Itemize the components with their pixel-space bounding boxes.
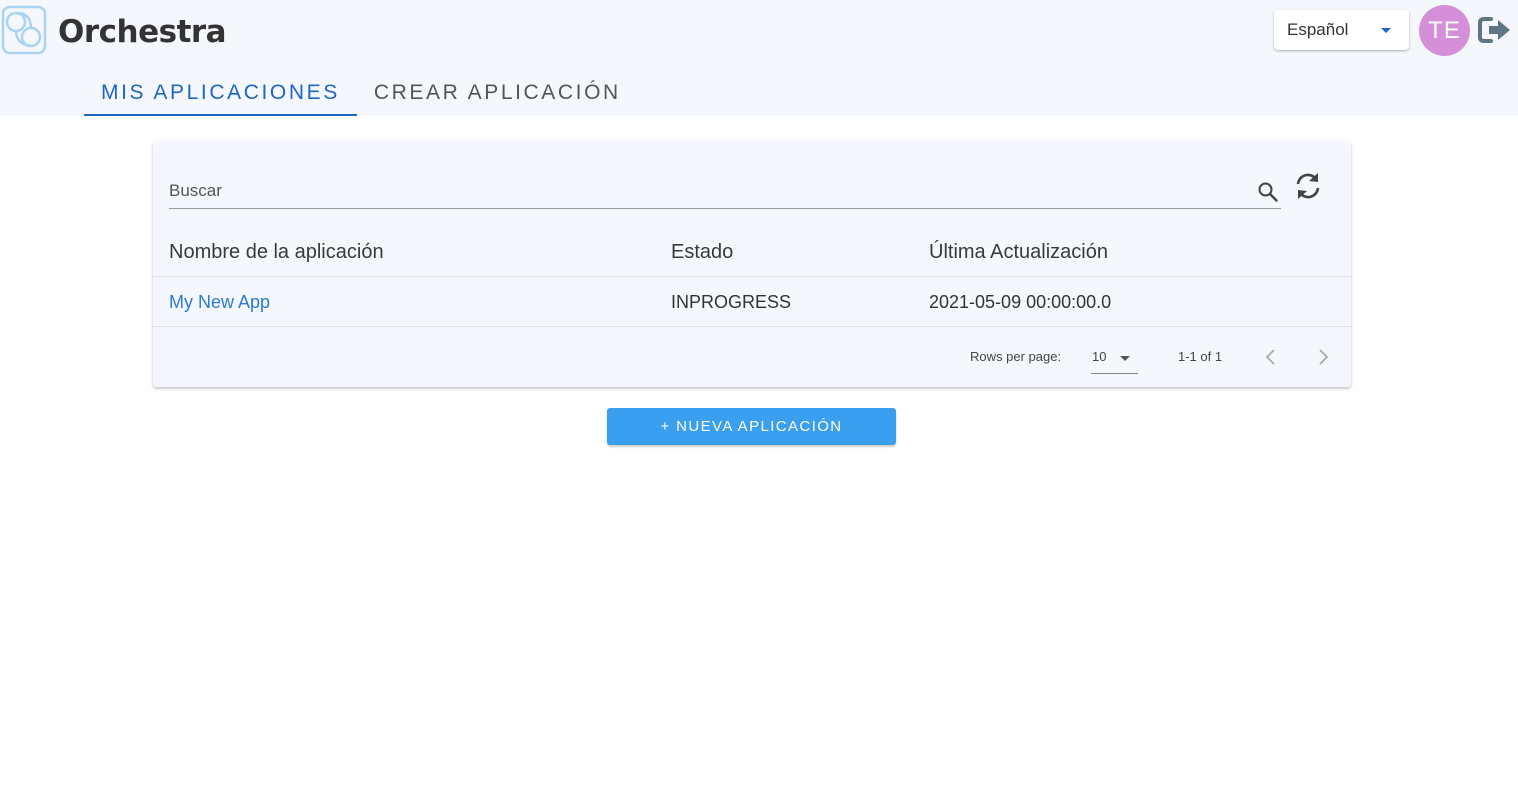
table-pagination: Rows per page: 10 1-1 of 1: [153, 328, 1351, 386]
tab-my-applications[interactable]: MIS APLICACIONES: [84, 70, 357, 116]
app-header: Orchestra Español TE MIS APLICACIONES CR…: [0, 0, 1518, 116]
app-name-link[interactable]: My New App: [169, 292, 270, 313]
language-select-value: Español: [1287, 20, 1349, 39]
column-header-updated[interactable]: Última Actualización: [929, 241, 1108, 264]
pagination-range: 1-1 of 1: [1178, 349, 1223, 364]
search-icon[interactable]: [1257, 181, 1279, 203]
caret-down-icon: [1120, 356, 1130, 361]
tab-bar: MIS APLICACIONES CREAR APLICACIÓN: [84, 70, 638, 116]
logout-icon[interactable]: [1477, 14, 1513, 46]
user-avatar[interactable]: TE: [1419, 5, 1470, 56]
search-field: [169, 171, 1281, 209]
rows-per-page-value: 10: [1092, 349, 1107, 364]
app-status: INPROGRESS: [671, 292, 792, 312]
column-header-name[interactable]: Nombre de la aplicación: [169, 241, 384, 264]
column-header-status[interactable]: Estado: [671, 241, 733, 264]
app-last-updated: 2021-05-09 00:00:00.0: [929, 292, 1112, 312]
caret-down-icon: [1381, 28, 1391, 33]
tab-create-application[interactable]: CREAR APLICACIÓN: [357, 70, 638, 116]
applications-card: Nombre de la aplicación Estado Última Ac…: [153, 141, 1351, 387]
rows-per-page-select[interactable]: 10: [1091, 342, 1138, 374]
orchestra-logo-icon: [1, 5, 47, 55]
rows-per-page-label: Rows per page:: [970, 349, 1062, 364]
table-row[interactable]: My New App INPROGRESS 2021-05-09 00:00:0…: [153, 278, 1351, 327]
language-select[interactable]: Español: [1274, 10, 1409, 50]
search-input[interactable]: [169, 179, 1239, 203]
chevron-left-icon[interactable]: [1261, 346, 1281, 368]
chevron-right-icon[interactable]: [1313, 346, 1333, 368]
avatar-initials: TE: [1428, 16, 1461, 44]
table-header: Nombre de la aplicación Estado Última Ac…: [153, 229, 1351, 277]
new-application-button[interactable]: + NUEVA APLICACIÓN: [607, 408, 896, 445]
refresh-icon[interactable]: [1291, 169, 1325, 203]
app-title: Orchestra: [58, 14, 227, 50]
